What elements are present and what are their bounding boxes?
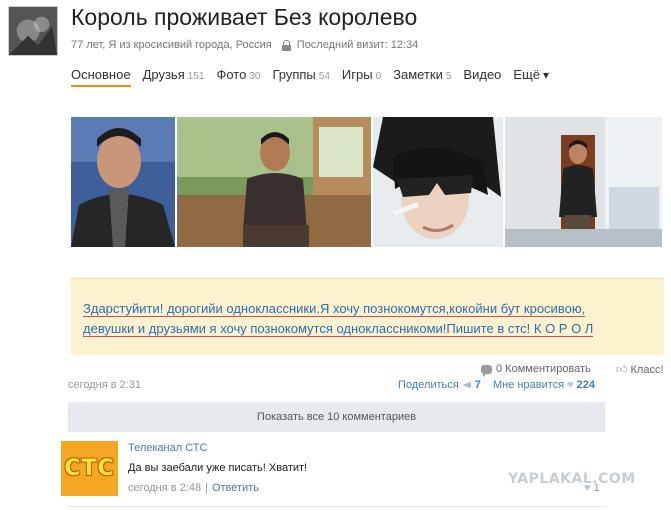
comment-button[interactable]: 0 Комментировать [481, 363, 591, 377]
photo-4[interactable] [505, 117, 662, 247]
comment-text: Да вы заебали уже писать! Хватит! [128, 462, 308, 474]
show-all-comments-button[interactable]: Показать все 10 комментариев [68, 402, 605, 432]
reply-button[interactable]: Ответить [212, 482, 259, 494]
comment-time: сегодня в 2:48 [128, 482, 202, 494]
profile-meta: 77 лет, Я из кросисивий города, Россия П… [71, 39, 418, 51]
nav-main[interactable]: Основное [71, 67, 131, 87]
lock-icon [281, 39, 291, 51]
megaphone-icon [461, 381, 472, 389]
post-timestamp: сегодня в 2:31 [68, 379, 142, 391]
nav-main-label: Основное [71, 67, 131, 82]
nav-groups-count: 54 [318, 71, 330, 82]
divider [68, 506, 605, 507]
nav-groups[interactable]: Группы 54 [272, 67, 329, 87]
share-label: Поделиться [398, 379, 459, 391]
photo-strip [71, 117, 662, 247]
heart-icon: ♥ [567, 379, 574, 391]
nav-video-label: Видео [463, 67, 502, 82]
like-button[interactable]: Мне нравится ♥ 224 [493, 379, 595, 391]
profile-info: 77 лет, Я из кросисивий города, Россия [71, 39, 272, 51]
post-text-line-2: девушки и друзьями я хочу познокомутся о… [83, 321, 594, 337]
nav-games[interactable]: Игры 0 [342, 67, 381, 87]
commenter-avatar[interactable]: СТС [61, 441, 118, 496]
nav-more-label: Ещё [513, 67, 541, 82]
nav-notes-label: Заметки [393, 67, 443, 82]
nav-games-count: 0 [375, 71, 382, 82]
last-visit: Последний визит: 12:34 [296, 39, 419, 51]
photo-1[interactable] [71, 117, 175, 247]
post-text-line-1: Здарстуйити! дорогийи одноклассники.Я хо… [83, 301, 586, 317]
share-button[interactable]: Поделиться 7 [398, 379, 481, 391]
nav-friends-label: Друзья [142, 67, 185, 82]
nav-photos-count: 30 [249, 71, 261, 82]
thumb-icon: 👍︎ [616, 364, 628, 376]
post-text: Здарстуйити! дорогийи одноклассники.Я хо… [83, 299, 658, 339]
nav-notes[interactable]: Заметки 5 [393, 67, 451, 87]
watermark: YAPLAKAL.COM [508, 471, 636, 487]
nav-video[interactable]: Видео [463, 67, 501, 87]
klass-label: Класс! [630, 363, 664, 376]
profile-avatar[interactable] [8, 6, 58, 56]
nav-photos-label: Фото [216, 67, 247, 82]
nav-notes-count: 5 [445, 71, 452, 82]
profile-name: Король проживает Без королево [71, 4, 418, 30]
likes-count: 224 [576, 379, 595, 391]
profile-nav: Основное Друзья 151 Фото 30 Группы 54 Иг… [71, 67, 549, 87]
status-post: Здарстуйити! дорогийи одноклассники.Я хо… [71, 278, 664, 355]
comment-meta: сегодня в 2:48 | Ответить [128, 482, 259, 494]
share-count: 7 [474, 379, 481, 391]
comment-separator: | [205, 482, 208, 494]
nav-groups-label: Группы [272, 67, 316, 82]
likes-label: Мне нравится [493, 379, 565, 391]
sts-logo: СТС [64, 456, 115, 481]
nav-more[interactable]: Ещё [513, 67, 549, 87]
nav-photos[interactable]: Фото 30 [216, 67, 260, 87]
comment-bubble-icon [481, 364, 492, 377]
photo-3[interactable] [373, 117, 503, 247]
klass-button[interactable]: 👍︎ Класс! [616, 363, 664, 377]
nav-games-label: Игры [341, 67, 373, 82]
comment-button-label: 0 Комментировать [496, 363, 591, 375]
comment-author[interactable]: Телеканал СТС [128, 442, 207, 454]
nav-friends[interactable]: Друзья 151 [143, 67, 205, 87]
photo-2[interactable] [177, 117, 371, 247]
nav-friends-count: 151 [187, 71, 205, 82]
